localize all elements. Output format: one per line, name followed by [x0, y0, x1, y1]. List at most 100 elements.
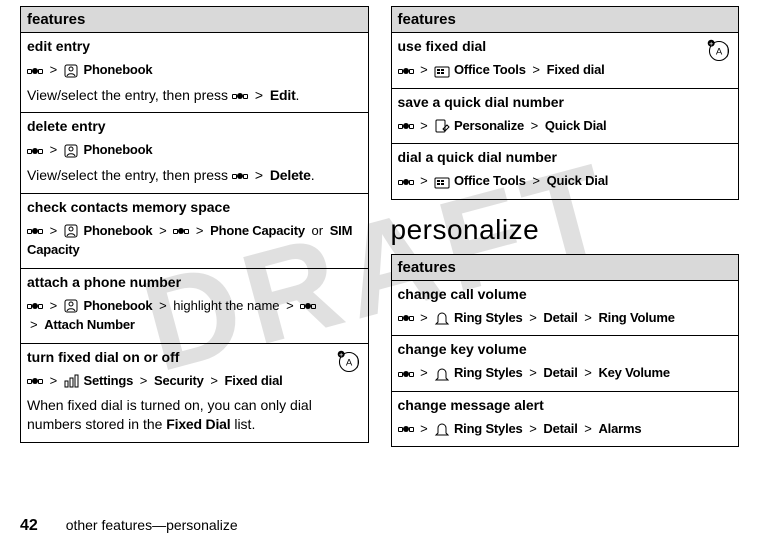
left-column: features edit entry > Phonebook View/sel… [20, 6, 369, 506]
nav-path: > Phonebook [27, 60, 362, 80]
row-title: save a quick dial number [398, 94, 733, 110]
features-table-right-top: features A + use fixed dial > Office Too… [391, 6, 740, 200]
gt: > [532, 173, 540, 188]
nav-path: > Ring Styles > Detail > Alarms [398, 419, 733, 439]
svg-text:+: + [709, 41, 713, 48]
phonebook-icon [64, 299, 80, 313]
table-header: features [391, 7, 739, 33]
nav-key-icon [27, 301, 43, 311]
row-title: attach a phone number [27, 274, 362, 290]
nav-key-icon [27, 376, 43, 386]
gt: > [584, 421, 592, 436]
features-table-right-bottom: features change call volume > Ring Style… [391, 254, 740, 448]
nav-path: > Settings > Security > Fixed dial [27, 371, 362, 391]
menu-item: Edit [270, 87, 296, 103]
gt: > [420, 310, 428, 325]
svg-text:A: A [345, 357, 352, 368]
nav-path: > Phonebook > > Phone Capacity or SIM Ca… [27, 221, 362, 260]
gt: > [196, 223, 204, 238]
gt: > [210, 373, 218, 388]
gt: > [50, 62, 58, 77]
gt: > [420, 62, 428, 77]
table-row: delete entry > Phonebook View/select the… [21, 113, 369, 193]
desc-text: list. [230, 416, 255, 432]
features-table-left: features edit entry > Phonebook View/sel… [20, 6, 369, 443]
nav-path: > Phonebook > highlight the name > > Att… [27, 296, 362, 335]
ring-styles-icon [434, 367, 450, 381]
office-tools-icon [434, 175, 450, 189]
footer-text: other features—personalize [66, 517, 238, 533]
menu-item: Detail [543, 310, 577, 325]
table-row: change call volume > Ring Styles > Detai… [391, 280, 739, 336]
page-content: features edit entry > Phonebook View/sel… [0, 0, 759, 506]
menu-item: Attach Number [44, 317, 135, 332]
nav-path: > Personalize > Quick Dial [398, 116, 733, 136]
desc-text: View/select the entry, then press [27, 87, 232, 103]
gt: > [50, 142, 58, 157]
table-row: dial a quick dial number > Office Tools … [391, 144, 739, 200]
menu-item: Quick Dial [547, 173, 609, 188]
row-title: dial a quick dial number [398, 149, 733, 165]
table-row: edit entry > Phonebook View/select the e… [21, 33, 369, 113]
nav-key-icon [300, 301, 316, 311]
desc-text: highlight the name [173, 298, 279, 313]
row-title: delete entry [27, 118, 362, 134]
menu-item: Ring Styles [454, 365, 523, 380]
nav-path: > Office Tools > Quick Dial [398, 171, 733, 191]
menu-item: Alarms [598, 421, 641, 436]
menu-item: Delete [270, 167, 311, 183]
nav-key-icon [232, 171, 248, 181]
gt: > [50, 223, 58, 238]
gt: > [159, 223, 167, 238]
row-title: edit entry [27, 38, 362, 54]
settings-icon [64, 374, 80, 388]
nav-key-icon [398, 424, 414, 434]
page-number: 42 [20, 517, 38, 534]
table-row: save a quick dial number > Personalize >… [391, 88, 739, 144]
personalize-icon [434, 119, 450, 133]
gt: > [420, 421, 428, 436]
row-title: change key volume [398, 341, 733, 357]
row-desc: View/select the entry, then press > Dele… [27, 166, 362, 185]
gt: > [529, 310, 537, 325]
table-row: check contacts memory space > Phonebook … [21, 193, 369, 268]
gt: > [420, 173, 428, 188]
table-row: attach a phone number > Phonebook > high… [21, 268, 369, 343]
gt: > [159, 298, 167, 313]
gt: > [584, 365, 592, 380]
menu-item: Phonebook [83, 223, 152, 238]
svg-text:+: + [339, 352, 343, 359]
operator-badge-icon: A + [336, 349, 362, 375]
menu-item: Fixed Dial [166, 416, 230, 432]
nav-key-icon [27, 146, 43, 156]
nav-key-icon [173, 226, 189, 236]
gt: > [529, 421, 537, 436]
gt: > [50, 298, 58, 313]
nav-key-icon [398, 177, 414, 187]
row-title: change call volume [398, 286, 733, 302]
nav-key-icon [232, 91, 248, 101]
gt: > [30, 317, 38, 332]
gt: > [420, 118, 428, 133]
row-title: use fixed dial [398, 38, 733, 54]
nav-key-icon [398, 313, 414, 323]
phonebook-icon [64, 64, 80, 78]
gt: > [529, 365, 537, 380]
menu-item: Ring Styles [454, 310, 523, 325]
row-title: turn fixed dial on or off [27, 349, 362, 365]
menu-item: Fixed dial [547, 62, 605, 77]
menu-item: Phonebook [83, 62, 152, 77]
menu-item: Ring Styles [454, 421, 523, 436]
table-row: change message alert > Ring Styles > Det… [391, 391, 739, 447]
nav-key-icon [398, 369, 414, 379]
row-desc: When fixed dial is turned on, you can on… [27, 396, 362, 434]
nav-path: > Ring Styles > Detail > Ring Volume [398, 308, 733, 328]
menu-item: Personalize [454, 118, 524, 133]
menu-item: Phonebook [83, 298, 152, 313]
nav-key-icon [398, 66, 414, 76]
menu-item: Fixed dial [225, 373, 283, 388]
operator-badge-icon: A + [706, 38, 732, 64]
menu-item: Quick Dial [545, 118, 607, 133]
menu-item: Key Volume [598, 365, 669, 380]
table-row: A + turn fixed dial on or off > Settings… [21, 343, 369, 442]
